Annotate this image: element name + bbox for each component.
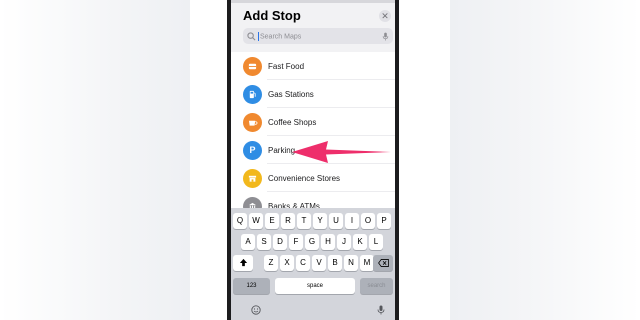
coffee-cup-icon — [243, 112, 262, 132]
numbers-key[interactable]: 123 — [233, 278, 270, 294]
key-y[interactable]: Y — [313, 213, 327, 229]
close-button[interactable]: ✕ — [379, 10, 391, 22]
list-item-label: Convenience Stores — [268, 173, 341, 183]
search-placeholder: Search Maps — [260, 32, 302, 40]
key-k[interactable]: K — [353, 234, 367, 250]
key-x[interactable]: X — [280, 255, 294, 271]
key-v[interactable]: V — [312, 255, 326, 271]
key-p[interactable]: P — [377, 213, 391, 229]
gas-pump-icon — [243, 84, 262, 104]
key-j[interactable]: J — [337, 234, 351, 250]
search-key[interactable]: search — [360, 278, 393, 294]
background-right — [450, 0, 640, 320]
key-z[interactable]: Z — [264, 255, 278, 271]
list-item-convenience-stores[interactable]: Convenience Stores — [231, 164, 395, 192]
key-o[interactable]: O — [361, 213, 375, 229]
key-i[interactable]: I — [345, 213, 359, 229]
search-bar[interactable]: Search Maps — [243, 28, 393, 44]
list-item-fast-food[interactable]: Fast Food — [231, 52, 395, 80]
category-list: Fast Food Gas Stations Coffee Shops P Pa… — [231, 52, 395, 210]
background-left — [0, 0, 190, 320]
key-h[interactable]: H — [321, 234, 335, 250]
store-icon — [243, 168, 262, 188]
key-t[interactable]: T — [297, 213, 311, 229]
keyboard: Q W E R T Y U I O P A S D F G H J K L Z … — [231, 208, 395, 320]
key-m[interactable]: M — [360, 255, 374, 271]
parking-icon: P — [243, 140, 262, 160]
key-l[interactable]: L — [369, 234, 383, 250]
key-f[interactable]: F — [289, 234, 303, 250]
list-item-label: Gas Stations — [268, 89, 314, 99]
xmark-circle-icon: ✕ — [381, 11, 389, 21]
key-a[interactable]: A — [241, 234, 255, 250]
sheet-top-edge — [231, 0, 395, 3]
key-b[interactable]: B — [328, 255, 342, 271]
mic-icon[interactable] — [376, 305, 386, 315]
list-item-label: Coffee Shops — [268, 117, 317, 127]
emoji-icon[interactable] — [251, 305, 261, 315]
list-item-label: Fast Food — [268, 61, 305, 71]
fast-food-icon — [243, 56, 262, 76]
key-d[interactable]: D — [273, 234, 287, 250]
key-u[interactable]: U — [329, 213, 343, 229]
delete-key[interactable] — [373, 255, 393, 271]
key-c[interactable]: C — [296, 255, 310, 271]
pink-arrow-icon — [292, 141, 391, 163]
search-icon — [247, 31, 256, 40]
key-n[interactable]: N — [344, 255, 358, 271]
delete-backspace-icon — [377, 259, 389, 267]
mic-icon[interactable] — [382, 32, 389, 41]
list-item-coffee-shops[interactable]: Coffee Shops — [231, 108, 395, 136]
key-e[interactable]: E — [265, 213, 279, 229]
text-cursor — [258, 31, 259, 41]
list-item-gas-stations[interactable]: Gas Stations — [231, 80, 395, 108]
key-s[interactable]: S — [257, 234, 271, 250]
shift-icon — [239, 258, 247, 267]
sheet-title: Add Stop — [243, 8, 301, 23]
shift-key[interactable] — [233, 255, 253, 271]
key-w[interactable]: W — [249, 213, 263, 229]
key-q[interactable]: Q — [233, 213, 247, 229]
search-input[interactable]: Search Maps — [258, 31, 382, 41]
key-g[interactable]: G — [305, 234, 319, 250]
key-r[interactable]: R — [281, 213, 295, 229]
space-key[interactable]: space — [275, 278, 355, 294]
